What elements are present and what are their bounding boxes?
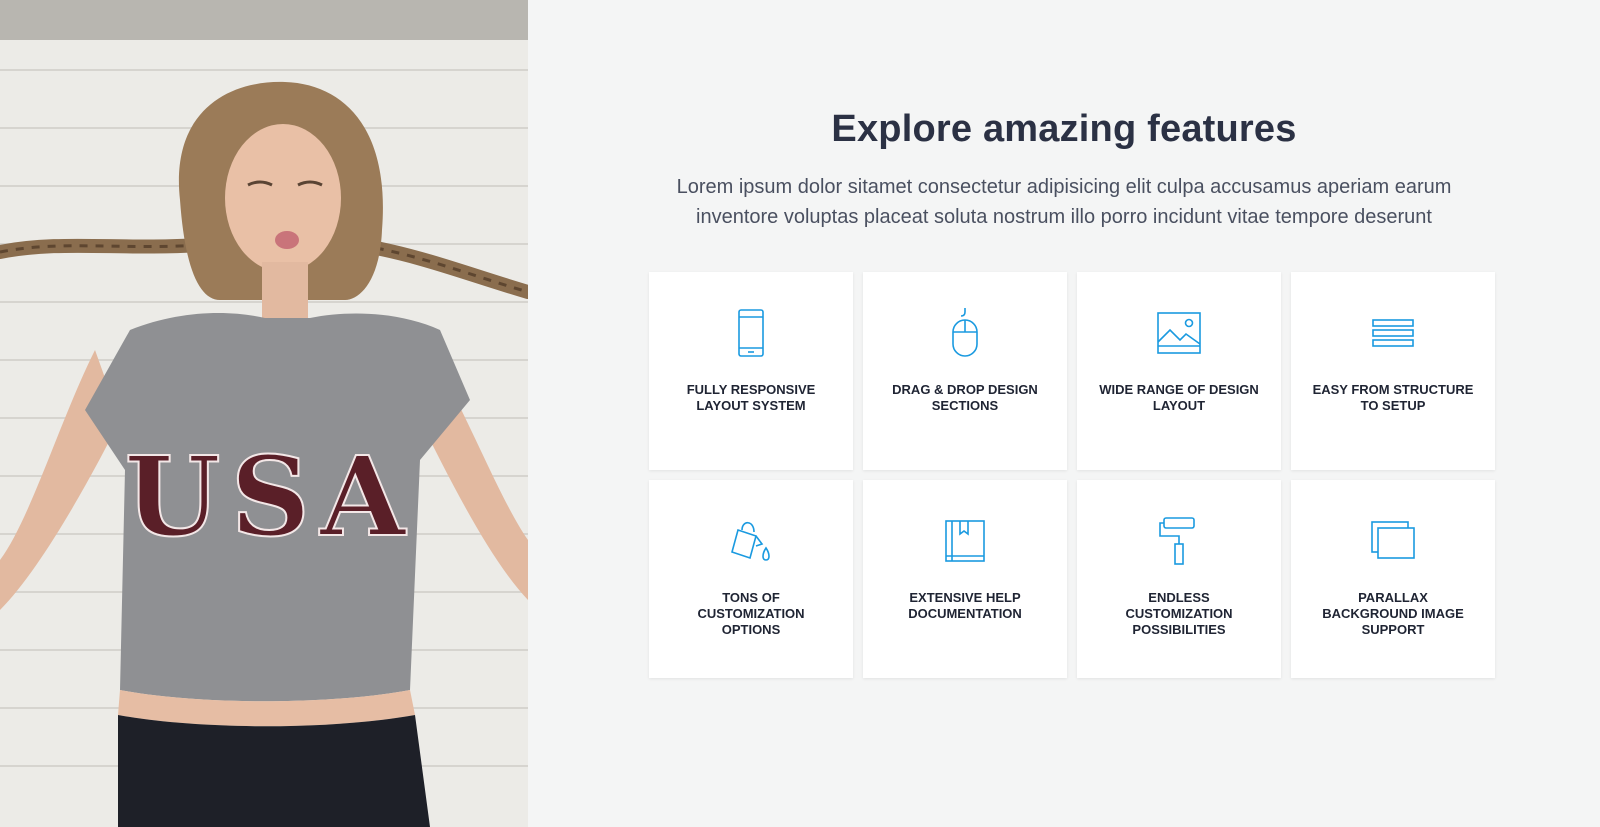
hero-photo: USA (0, 0, 528, 827)
feature-label: ENDLESS CUSTOMIZATION POSSIBILITIES (1125, 590, 1233, 637)
section-title: Explore amazing features (831, 108, 1297, 150)
feature-card-responsive[interactable]: FULLY RESPONSIVE LAYOUT SYSTEM (649, 272, 853, 470)
feature-label: TONS OF CUSTOMIZATION OPTIONS (697, 590, 805, 637)
features-grid: FULLY RESPONSIVE LAYOUT SYSTEM DRAG & DR… (649, 272, 1495, 678)
feature-label: PARALLAX BACKGROUND IMAGE SUPPORT (1322, 590, 1464, 637)
feature-card-endless-customization[interactable]: ENDLESS CUSTOMIZATION POSSIBILITIES (1077, 480, 1281, 678)
feature-card-drag-drop[interactable]: DRAG & DROP DESIGN SECTIONS (863, 272, 1067, 470)
feature-label: FULLY RESPONSIVE LAYOUT SYSTEM (686, 382, 816, 413)
shirt-text: USA (125, 432, 416, 561)
feature-card-customization-options[interactable]: TONS OF CUSTOMIZATION OPTIONS (649, 480, 853, 678)
feature-card-parallax[interactable]: PARALLAX BACKGROUND IMAGE SUPPORT (1291, 480, 1495, 678)
feature-card-structure[interactable]: EASY FROM STRUCTURE TO SETUP (1291, 272, 1495, 470)
feature-label: DRAG & DROP DESIGN SECTIONS (892, 382, 1038, 413)
photo-illustration: USA (0, 0, 528, 827)
paint-bucket-icon (726, 516, 776, 566)
feature-label: WIDE RANGE OF DESIGN LAYOUT (1099, 382, 1259, 413)
paint-roller-icon (1154, 516, 1204, 566)
feature-label: EXTENSIVE HELP DOCUMENTATION (908, 590, 1022, 621)
windows-icon (1368, 516, 1418, 566)
feature-card-design-layout[interactable]: WIDE RANGE OF DESIGN LAYOUT (1077, 272, 1281, 470)
layers-icon (1368, 308, 1418, 358)
book-icon (940, 516, 990, 566)
feature-label: EASY FROM STRUCTURE TO SETUP (1312, 382, 1474, 413)
feature-card-help-docs[interactable]: EXTENSIVE HELP DOCUMENTATION (863, 480, 1067, 678)
mouse-icon (940, 308, 990, 358)
features-section: Explore amazing features Lorem ipsum dol… (528, 0, 1600, 827)
section-subtitle: Lorem ipsum dolor sitamet consectetur ad… (676, 176, 1452, 228)
image-icon (1154, 308, 1204, 358)
smartphone-icon (726, 308, 776, 358)
